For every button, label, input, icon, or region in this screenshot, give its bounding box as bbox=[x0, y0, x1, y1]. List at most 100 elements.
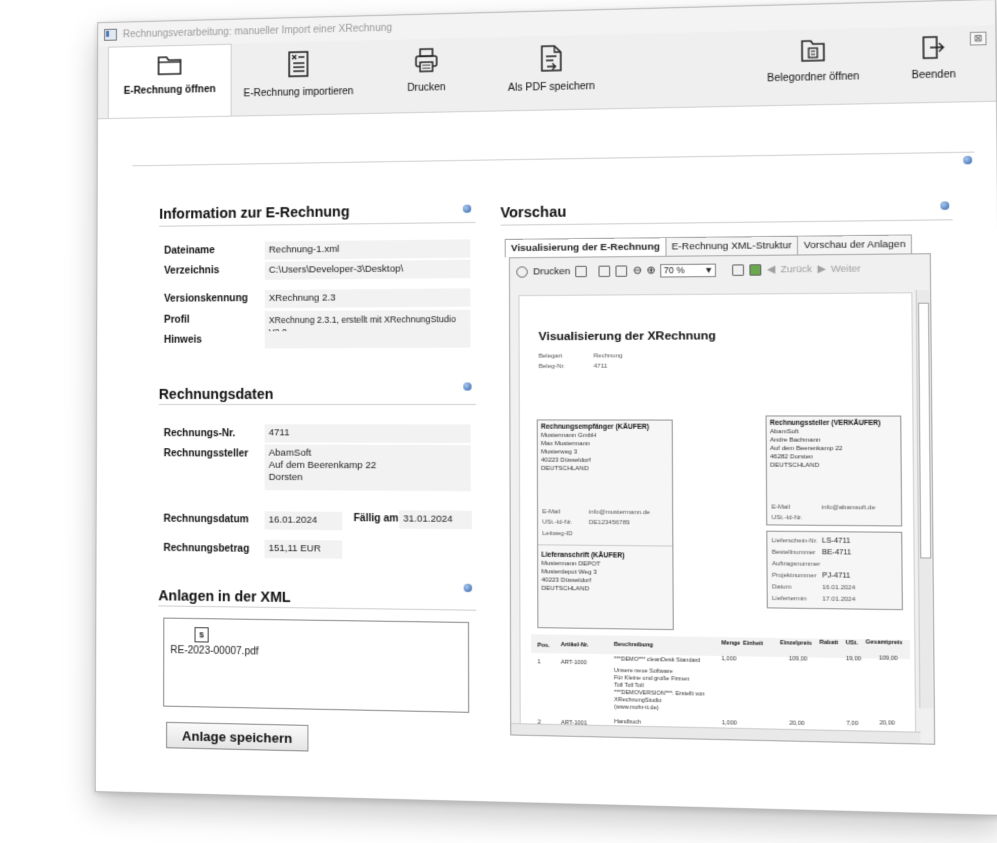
invoice-divider bbox=[158, 403, 476, 405]
tab-attachments-preview[interactable]: Vorschau der Anlagen bbox=[797, 234, 913, 255]
issuer-name: AbamSoft bbox=[268, 447, 312, 459]
row-vat: 19,00 bbox=[845, 655, 862, 663]
back-arrow-icon[interactable]: ◀ bbox=[767, 264, 775, 276]
info-icon[interactable] bbox=[462, 204, 472, 213]
last-page-icon[interactable] bbox=[749, 263, 762, 276]
save-attachment-button[interactable]: Anlage speichern bbox=[166, 721, 309, 752]
delivery-date-label: Liefertermin bbox=[772, 595, 807, 603]
issuer-label: Rechnungssteller bbox=[163, 448, 249, 460]
tab-visualization[interactable]: Visualisierung der E-Rechnung bbox=[504, 237, 667, 258]
amount-label: Rechnungsbetrag bbox=[163, 542, 250, 555]
description-line: (www.mohr-it.de) bbox=[614, 704, 659, 712]
docnr-value: 4711 bbox=[593, 363, 608, 370]
exit-icon bbox=[921, 35, 946, 61]
column-header: Einzelpreis bbox=[780, 640, 812, 647]
directory-label: Verzeichnis bbox=[164, 265, 220, 277]
invoice-date-label: Rechnungsdatum bbox=[163, 513, 249, 526]
app-window: Rechnungsverarbeitung: manueller Import … bbox=[94, 0, 997, 817]
open-folder-button[interactable]: Belegordner öffnen bbox=[759, 28, 868, 105]
back-label[interactable]: Zurück bbox=[780, 263, 812, 275]
invoice-document-page: Visualisierung der XRechnung Belegart Re… bbox=[518, 292, 917, 734]
preview-print-label[interactable]: Drucken bbox=[533, 265, 570, 277]
save-pdf-label: Als PDF speichern bbox=[507, 80, 596, 94]
invoice-nr-value: 4711 bbox=[264, 424, 471, 443]
preview-pane: Drucken ⊖ ⊕ 70 % ▼ ◀ Zurück ▶ Weiter Visu… bbox=[508, 253, 936, 745]
copy-icon[interactable] bbox=[575, 265, 588, 277]
first-page-icon[interactable] bbox=[732, 263, 745, 276]
info-divider bbox=[159, 221, 476, 227]
open-invoice-button[interactable]: E-Rechnung öffnen bbox=[107, 43, 232, 119]
print-button[interactable]: Drucken bbox=[390, 38, 462, 112]
table-row: 1 ART-1000 ***DEMO*** cleanDesk Standard… bbox=[531, 655, 910, 727]
project-nr-value: PJ-4711 bbox=[822, 572, 851, 580]
date-value: 16.01.2024 bbox=[822, 584, 856, 592]
zoom-select[interactable]: 70 % ▼ bbox=[660, 263, 717, 278]
preview-toolbar: Drucken ⊖ ⊕ 70 % ▼ ◀ Zurück ▶ Weiter bbox=[510, 254, 930, 285]
seller-email-label: E-Mail bbox=[771, 504, 791, 511]
zoom-value: 70 % bbox=[663, 264, 685, 276]
note-value bbox=[264, 330, 471, 349]
delivery-note-label: Lieferschein-Nr. bbox=[771, 538, 818, 545]
forward-arrow-icon[interactable]: ▶ bbox=[817, 263, 825, 275]
vertical-scrollbar[interactable] bbox=[915, 290, 933, 709]
issuer-city: Dorsten bbox=[268, 471, 303, 484]
printer-icon bbox=[414, 47, 439, 74]
issuer-value: AbamSoft Auf dem Beerenkamp 22 Dorsten bbox=[264, 444, 471, 492]
info-icon[interactable] bbox=[963, 155, 973, 165]
print-label: Drucken bbox=[407, 82, 446, 95]
printer-icon[interactable] bbox=[516, 265, 528, 278]
attachments-divider bbox=[158, 605, 477, 611]
seller-title: Rechnungssteller (VERKÄUFER) bbox=[769, 419, 881, 428]
references-box: Lieferschein-Nr. LS-4711 Bestellnummer B… bbox=[766, 530, 903, 611]
main-content: Information zur E-Rechnung Dateiname Rec… bbox=[95, 102, 997, 815]
column-header: USt. bbox=[845, 640, 858, 647]
note-label: Hinweis bbox=[163, 334, 202, 346]
row-unit-price: 20,00 bbox=[789, 720, 805, 728]
preview-divider bbox=[500, 219, 953, 226]
close-icon[interactable]: ⊠ bbox=[969, 31, 987, 46]
scrollbar-thumb[interactable] bbox=[917, 302, 932, 559]
zoom-in-icon[interactable]: ⊕ bbox=[647, 265, 656, 276]
amount-value: 151,11 EUR bbox=[264, 539, 343, 559]
document-import-icon bbox=[287, 50, 309, 79]
delivery-note-value: LS-4711 bbox=[821, 537, 851, 546]
row-quantity: 1,000 bbox=[721, 656, 737, 663]
attachment-file-name[interactable]: RE-2023-00007.pdf bbox=[170, 645, 258, 658]
import-invoice-button[interactable]: E-Rechnung importieren bbox=[238, 41, 360, 116]
zoom-out-icon[interactable]: ⊖ bbox=[633, 265, 642, 276]
window-title: Rechnungsverarbeitung: manueller Import … bbox=[122, 22, 393, 40]
attachments-section-title: Anlagen in der XML bbox=[158, 587, 291, 606]
buyer-box: Rechnungsempfänger (KÄUFER) Mustermann G… bbox=[536, 419, 674, 631]
tab-xml-structure[interactable]: E-Rechnung XML-Struktur bbox=[665, 235, 799, 256]
app-icon bbox=[104, 28, 117, 41]
row-description: ***DEMO*** cleanDesk Standard Unsere neu… bbox=[614, 656, 705, 713]
row-pos: 1 bbox=[537, 659, 541, 666]
info-icon[interactable] bbox=[463, 583, 473, 593]
due-date-label: Fällig am bbox=[353, 512, 399, 525]
single-page-icon[interactable] bbox=[598, 265, 611, 277]
exit-label: Beenden bbox=[911, 68, 956, 82]
document-folder-icon bbox=[800, 37, 826, 63]
save-pdf-button[interactable]: Als PDF speichern bbox=[494, 34, 610, 110]
info-icon[interactable] bbox=[463, 382, 472, 391]
doctype-value: Rechnung bbox=[593, 353, 623, 360]
top-divider bbox=[132, 151, 975, 167]
column-header: Einheit bbox=[743, 640, 764, 648]
column-header: Rabatt bbox=[819, 639, 839, 647]
info-icon[interactable] bbox=[940, 201, 950, 210]
multi-page-icon[interactable] bbox=[615, 264, 628, 277]
open-folder-label: Belegordner öffnen bbox=[767, 71, 860, 85]
buyer-route-label: Leitweg-ID bbox=[542, 530, 573, 538]
exit-button[interactable]: Beenden bbox=[900, 26, 967, 103]
attachments-list[interactable]: $ RE-2023-00007.pdf bbox=[163, 617, 470, 713]
seller-email: info@abamsoft.de bbox=[821, 504, 876, 512]
date-label: Datum bbox=[772, 584, 792, 591]
info-section-title: Information zur E-Rechnung bbox=[159, 203, 350, 222]
row-total: 109,00 bbox=[878, 655, 898, 663]
buyer-email: info@mustermann.de bbox=[588, 509, 651, 517]
forward-label[interactable]: Weiter bbox=[831, 263, 861, 275]
seller-line: Andre Bachmann bbox=[769, 437, 821, 444]
preview-section-title: Vorschau bbox=[500, 203, 567, 221]
filename-label: Dateiname bbox=[164, 245, 215, 257]
column-header: Artikel-Nr. bbox=[560, 641, 589, 649]
